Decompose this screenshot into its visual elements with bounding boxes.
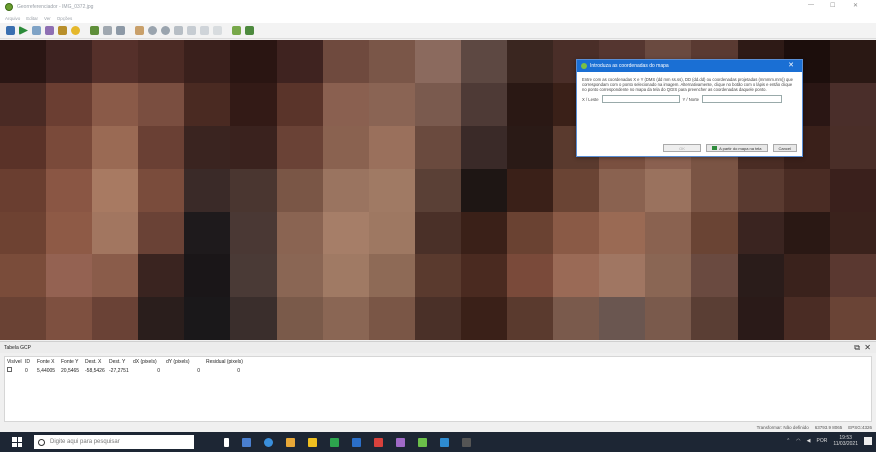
delete-point-icon[interactable] [103, 26, 112, 35]
visible-checkbox[interactable] [7, 367, 12, 372]
dialog-description: Entre com as coordenadas X e Y (DMS (dd … [582, 77, 793, 92]
gcp-table: Visível ID Fonte X Fonte Y Dest. X Dest.… [4, 356, 872, 422]
menu-options[interactable]: Opções [57, 16, 73, 21]
add-point-icon[interactable] [90, 26, 99, 35]
file-explorer-icon[interactable] [286, 437, 295, 447]
pan-icon[interactable] [135, 26, 144, 35]
gcp-panel-title: Tabela GCP [4, 344, 31, 351]
word-icon[interactable] [352, 437, 361, 447]
full-histogram-icon[interactable] [245, 26, 254, 35]
cell-residual: 0 [237, 367, 240, 374]
zoom-last-icon[interactable] [187, 26, 196, 35]
generate-script-icon[interactable] [32, 26, 41, 35]
zoom-out-icon[interactable] [161, 26, 170, 35]
cell-id: 0 [25, 367, 28, 374]
microphone-icon[interactable] [224, 437, 229, 447]
minimize-button[interactable]: — [808, 2, 814, 8]
maximize-button[interactable]: ☐ [830, 2, 835, 9]
pencil-icon [712, 146, 718, 150]
col-dx[interactable]: dX (pixels) [133, 359, 166, 365]
map-coordinates-dialog: Introduza as coordenadas do mapa ✕ Entre… [576, 59, 803, 157]
col-src-y[interactable]: Fonte Y [61, 359, 85, 365]
toolbar [0, 23, 876, 39]
save-gcp-icon[interactable] [58, 26, 67, 35]
menu-file[interactable]: Arquivo [5, 16, 20, 21]
from-map-canvas-button[interactable]: A partir do mapa na tela [706, 144, 768, 152]
title-bar: Georreferenciador - IMG_0372.jpg — ☐ ✕ [0, 0, 876, 13]
link-qgis-icon[interactable] [232, 26, 241, 35]
crs-button[interactable]: EPSG:4326 [848, 425, 872, 430]
gcp-table-header: Visível ID Fonte X Fonte Y Dest. X Dest.… [5, 357, 871, 366]
gcp-panel-header: Tabela GCP ⧉ ✕ [0, 341, 876, 353]
cell-dx: 0 [157, 367, 160, 374]
coordinates-readout: 63793.9 8065 [814, 425, 843, 430]
chrome-icon[interactable] [308, 437, 317, 447]
qgis-georeferencer-window: Georreferenciador - IMG_0372.jpg — ☐ ✕ A… [0, 0, 876, 452]
volume-icon[interactable]: ◀ [807, 438, 811, 444]
qgis-taskbar-icon[interactable] [418, 437, 427, 447]
search-placeholder: Digite aqui para pesquisar [50, 439, 120, 445]
system-tray: ⌃ ◠ ◀ POR 19:53 11/03/2021 [786, 435, 872, 447]
language-indicator[interactable]: POR [817, 438, 828, 444]
zoom-layer-icon[interactable] [174, 26, 183, 35]
cancel-button[interactable]: Cancel [772, 144, 797, 152]
load-gcp-icon[interactable] [45, 26, 54, 35]
acrobat-icon[interactable] [374, 437, 383, 447]
network-icon[interactable]: ◠ [796, 438, 800, 444]
windows-start-icon[interactable] [12, 437, 22, 447]
close-panel-icon[interactable]: ✕ [864, 343, 871, 352]
y-north-input[interactable] [701, 95, 782, 103]
qgis-dialog-icon [581, 63, 587, 69]
menu-edit[interactable]: Editar [26, 16, 38, 21]
float-panel-icon[interactable]: ⧉ [854, 343, 860, 353]
dialog-title: Introduza as coordenadas do mapa [590, 63, 669, 69]
col-dy[interactable]: dY (pixels) [166, 359, 206, 365]
y-north-label: Y / Norte [682, 96, 699, 102]
tray-chevron-icon[interactable]: ⌃ [786, 438, 790, 444]
windows-taskbar: Digite aqui para pesquisar ⌃ ◠ ◀ POR 19:… [0, 432, 876, 452]
col-src-x[interactable]: Fonte X [37, 359, 61, 365]
cell-src-x[interactable]: 5,44005 [37, 368, 61, 374]
window-title: Georreferenciador - IMG_0372.jpg [17, 3, 94, 10]
x-east-label: X / Leste [582, 96, 599, 102]
taskbar-search[interactable]: Digite aqui para pesquisar [34, 435, 194, 449]
ok-button[interactable]: OK [663, 144, 702, 152]
settings-icon[interactable] [71, 26, 80, 35]
menu-view[interactable]: Ver [44, 16, 51, 21]
edge-icon[interactable] [264, 437, 273, 447]
qgis-logo-icon [5, 2, 13, 11]
zoom-in-icon[interactable] [148, 26, 157, 35]
table-row[interactable]: 0 5,44005 20,5465 -58,5426 -27,2751 0 0 … [5, 366, 871, 375]
status-bar: Transformar: Não definido 63793.9 8065 E… [0, 423, 876, 432]
task-view-icon[interactable] [242, 437, 251, 447]
move-gcp-icon[interactable] [116, 26, 125, 35]
excel-icon[interactable] [330, 437, 339, 447]
link-georef-icon[interactable] [213, 26, 222, 35]
col-residual[interactable]: Residual (pixels) [206, 359, 246, 365]
cell-dy: 0 [197, 367, 200, 374]
settings-app-icon[interactable] [462, 437, 471, 447]
transform-status: Transformar: Não definido [756, 425, 809, 430]
maps-icon[interactable] [440, 437, 449, 447]
col-id[interactable]: ID [25, 359, 37, 365]
cell-dst-x[interactable]: -58,5426 [85, 368, 109, 374]
dialog-title-bar: Introduza as coordenadas do mapa ✕ [577, 60, 802, 72]
col-visible[interactable]: Visível [5, 359, 25, 365]
dialog-close-icon[interactable]: ✕ [788, 61, 794, 69]
notifications-icon[interactable] [864, 437, 872, 445]
open-raster-icon[interactable] [6, 26, 15, 35]
start-georeferencing-icon[interactable] [19, 26, 28, 35]
clock[interactable]: 19:53 11/03/2021 [833, 435, 858, 447]
zoom-next-icon[interactable] [200, 26, 209, 35]
menu-bar: Arquivo Editar Ver Opções [0, 13, 876, 23]
cell-src-y[interactable]: 20,5465 [61, 368, 85, 374]
cortana-icon [38, 438, 45, 446]
cell-dst-y[interactable]: -27,2751 [109, 368, 133, 374]
close-button[interactable]: ✕ [853, 2, 858, 9]
col-dst-x[interactable]: Dest. X [85, 359, 109, 365]
x-east-input[interactable] [601, 95, 680, 103]
col-dst-y[interactable]: Dest. Y [109, 359, 133, 365]
image-viewer-icon[interactable] [396, 437, 405, 447]
